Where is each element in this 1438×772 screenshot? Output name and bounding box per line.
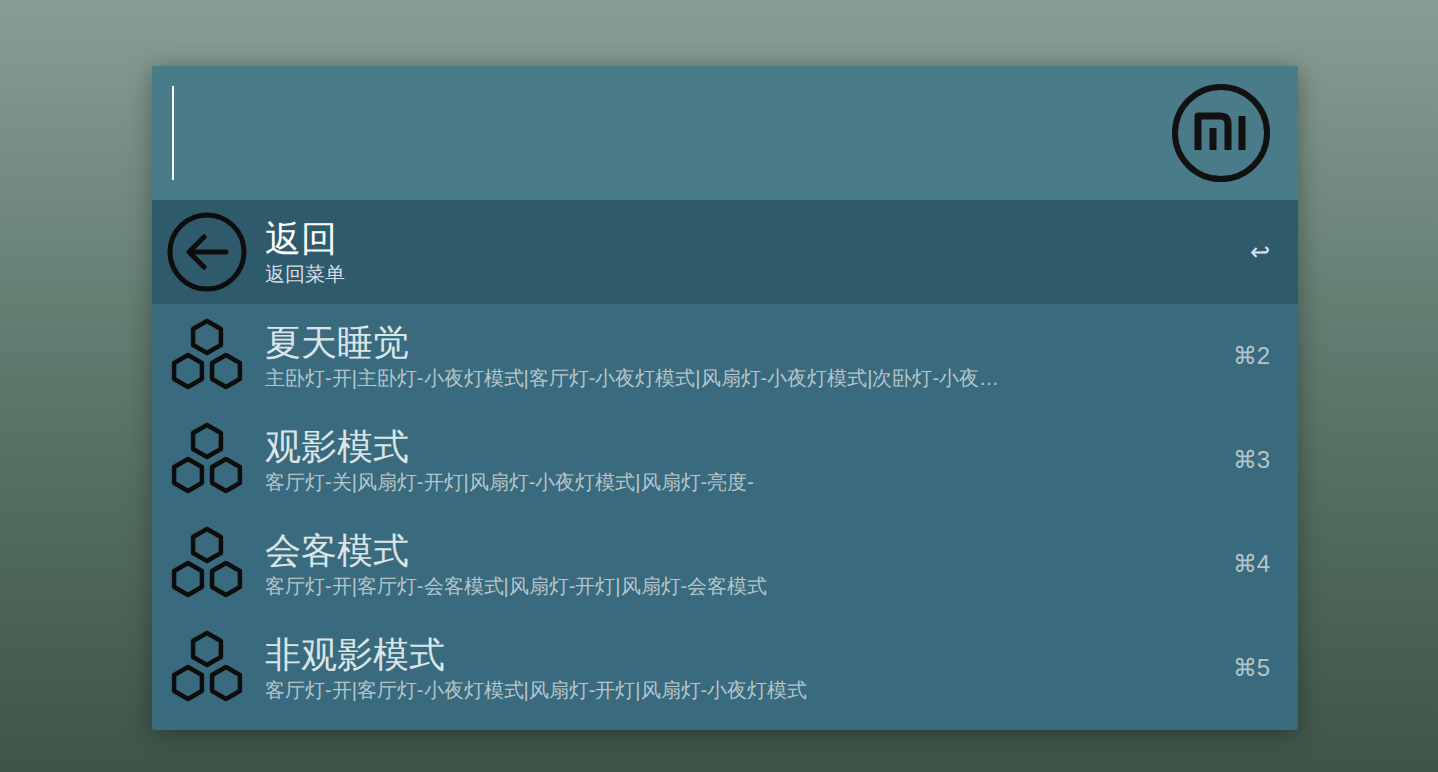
result-row[interactable]: 观影模式客厅灯-关|风扇灯-开灯|风扇灯-小夜灯模式|风扇灯-亮度- ⌘3	[152, 408, 1298, 512]
result-title: 非观影模式	[265, 633, 1183, 677]
result-shortcut: ⌘2	[1200, 338, 1270, 374]
result-title: 夏天睡觉	[265, 321, 1183, 365]
hexagon-cluster-icon	[166, 419, 248, 501]
result-row[interactable]: 会客模式客厅灯-开|客厅灯-会客模式|风扇灯-开灯|风扇灯-会客模式 ⌘4	[152, 512, 1298, 616]
hexagon-cluster-icon	[166, 315, 248, 397]
result-row[interactable]: 非观影模式客厅灯-开|客厅灯-小夜灯模式|风扇灯-开灯|风扇灯-小夜灯模式 ⌘5	[152, 616, 1298, 720]
result-shortcut: ⌘4	[1200, 546, 1270, 582]
launcher-panel: 返回返回菜单 ↩ 夏天睡觉主卧灯-开|主卧灯-小夜灯模式|客厅灯-小夜灯模式|风扇灯…	[152, 66, 1298, 730]
text-caret	[172, 86, 174, 180]
result-subtitle: 客厅灯-开|客厅灯-小夜灯模式|风扇灯-开灯|风扇灯-小夜灯模式	[265, 677, 1183, 703]
hexagon-cluster-icon	[166, 627, 248, 709]
result-title: 会客模式	[265, 529, 1183, 573]
search-bar[interactable]	[152, 66, 1298, 200]
hexagon-cluster-icon	[166, 523, 248, 605]
result-title: 返回	[265, 217, 1183, 261]
result-shortcut: ↩	[1200, 234, 1270, 270]
desktop: 返回返回菜单 ↩ 夏天睡觉主卧灯-开|主卧灯-小夜灯模式|客厅灯-小夜灯模式|风扇灯…	[0, 0, 1438, 772]
result-subtitle: 客厅灯-关|风扇灯-开灯|风扇灯-小夜灯模式|风扇灯-亮度-	[265, 469, 1183, 495]
back-arrow-icon	[166, 211, 248, 293]
result-shortcut: ⌘5	[1200, 650, 1270, 686]
mi-logo-icon	[1170, 82, 1272, 184]
result-row[interactable]: 夏天睡觉主卧灯-开|主卧灯-小夜灯模式|客厅灯-小夜灯模式|风扇灯-小夜灯模式|…	[152, 304, 1298, 408]
result-row[interactable]: 返回返回菜单 ↩	[152, 200, 1298, 304]
result-subtitle: 返回菜单	[265, 261, 1183, 287]
result-title: 观影模式	[265, 425, 1183, 469]
result-shortcut: ⌘3	[1200, 442, 1270, 478]
result-subtitle: 客厅灯-开|客厅灯-会客模式|风扇灯-开灯|风扇灯-会客模式	[265, 573, 1183, 599]
result-subtitle: 主卧灯-开|主卧灯-小夜灯模式|客厅灯-小夜灯模式|风扇灯-小夜灯模式|次卧灯-…	[265, 365, 1183, 391]
